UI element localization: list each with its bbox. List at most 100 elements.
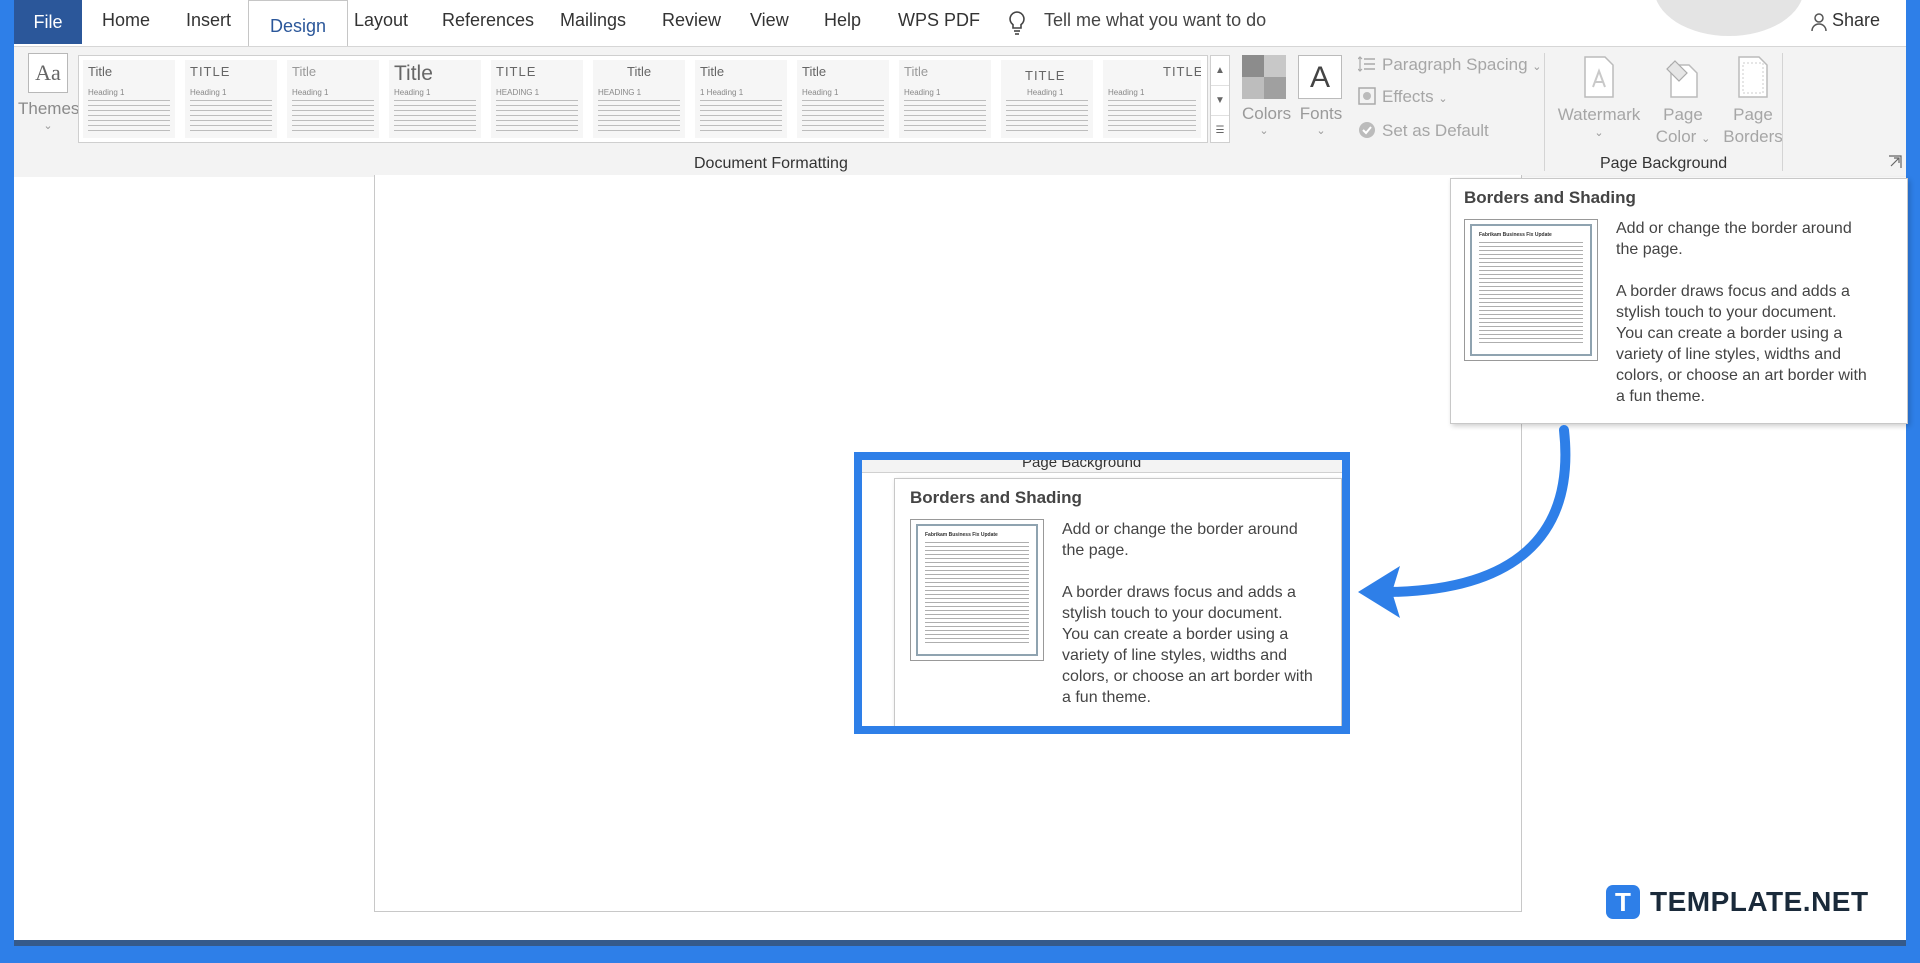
tooltip-text: Add or change the border around (1062, 521, 1298, 538)
watermark-icon (1584, 56, 1614, 98)
tooltip-text: You can create a border using a (1062, 626, 1289, 643)
style-set-thumb[interactable]: TITLE Heading 1 (1103, 60, 1201, 138)
tab-mailings[interactable]: Mailings (560, 10, 626, 31)
fonts-label: Fonts (1299, 104, 1343, 123)
chevron-down-icon: ⌄ (1259, 125, 1269, 137)
color-palette-icon (1242, 55, 1286, 99)
page-borders-button[interactable]: Page Borders (1720, 55, 1786, 148)
document-formatting-group-label: Document Formatting (694, 155, 848, 172)
tooltip-text: You can create a border using a (1616, 325, 1843, 342)
gallery-scroll: ▲ ▼ ☰ (1210, 55, 1230, 143)
tooltip-text: A border draws focus and adds a (1616, 283, 1850, 300)
tooltip-text: a fun theme. (1062, 689, 1151, 706)
style-set-thumb[interactable]: Title Heading 1 (83, 60, 175, 138)
gallery-scroll-down-icon[interactable]: ▼ (1211, 86, 1229, 116)
style-set-thumb[interactable]: Title Heading 1 (287, 60, 379, 138)
zoomed-tooltip: Borders and Shading Fabrikam Business Fi… (894, 478, 1342, 726)
dialog-launcher-icon[interactable] (1888, 155, 1902, 169)
paragraph-spacing-icon (1358, 56, 1375, 72)
effects-icon (1358, 87, 1376, 105)
set-as-default-button[interactable]: Set as Default (1358, 121, 1489, 141)
share-button[interactable]: Share (1832, 10, 1880, 31)
chevron-down-icon: ⌄ (1532, 61, 1542, 73)
page-border-preview-thumbnail: Fabrikam Business Fix Update (910, 519, 1044, 661)
tab-wps-pdf[interactable]: WPS PDF (898, 10, 980, 31)
style-set-thumb[interactable]: Title Heading 1 (899, 60, 991, 138)
zoomed-group-label: Page Background (1022, 454, 1142, 471)
tooltip-text: the page. (1062, 542, 1129, 559)
tooltip-text: the page. (1616, 241, 1683, 258)
tab-help[interactable]: Help (824, 10, 861, 31)
curved-arrow-icon (1358, 425, 1571, 618)
lightbulb-icon (1009, 11, 1025, 35)
status-bar (14, 940, 1906, 946)
style-set-thumb[interactable]: Title Heading 1 (389, 60, 481, 138)
tooltip-text: colors, or choose an art border with (1062, 668, 1313, 685)
tooltip-title: Borders and Shading (1464, 188, 1636, 207)
group-divider (1782, 53, 1783, 171)
style-set-thumb[interactable]: TITLE HEADING 1 (491, 60, 583, 138)
borders-and-shading-tooltip: Borders and Shading Fabrikam Business Fi… (1450, 178, 1908, 424)
tab-insert[interactable]: Insert (186, 10, 231, 31)
style-set-thumb[interactable]: Title HEADING 1 (593, 60, 685, 138)
tab-layout[interactable]: Layout (354, 10, 408, 31)
tooltip-text: Add or change the border around (1616, 220, 1852, 237)
tooltip-text: variety of line styles, widths and (1062, 647, 1287, 664)
style-set-thumb[interactable]: TITLE Heading 1 (185, 60, 277, 138)
chevron-down-icon: ⌄ (1438, 93, 1448, 105)
checkmark-circle-icon (1359, 122, 1375, 138)
tooltip-text: variety of line styles, widths and (1616, 346, 1841, 363)
watermark-button[interactable]: Watermark ⌄ (1554, 55, 1644, 139)
chevron-down-icon: ⌄ (1316, 125, 1326, 137)
tooltip-text: colors, or choose an art border with (1616, 367, 1867, 384)
themes-label: Themes (18, 99, 80, 118)
tell-me-search[interactable]: Tell me what you want to do (1044, 10, 1266, 31)
page-border-preview-thumbnail: Fabrikam Business Fix Update (1464, 219, 1598, 361)
page-color-label-2: Color ⌄ (1655, 127, 1711, 146)
themes-button[interactable]: Aa Themes ⌄ (18, 53, 80, 143)
template-net-logo: T TEMPLATE.NET (1606, 885, 1869, 919)
brand-logo-mark: T (1606, 885, 1640, 919)
page-color-button[interactable]: Page Color ⌄ (1648, 55, 1718, 150)
tab-home[interactable]: Home (102, 10, 150, 31)
brand-name: TEMPLATE.NET (1650, 886, 1869, 917)
paint-bucket-icon (1666, 60, 1698, 98)
design-ribbon: Aa Themes ⌄ Title Heading 1 TITLE Headin… (14, 46, 1906, 178)
tab-review[interactable]: Review (662, 10, 721, 31)
zoom-callout: Page Background Borders and Shading Fabr… (854, 452, 1350, 734)
style-set-thumb[interactable]: Title 1 Heading 1 (695, 60, 787, 138)
gallery-more-icon[interactable]: ☰ (1211, 116, 1229, 145)
avatar (1654, 0, 1804, 36)
tooltip-text: stylish touch to your document. (1616, 304, 1837, 321)
style-set-thumb[interactable]: TITLE Heading 1 (1001, 60, 1093, 138)
chevron-down-icon: ⌄ (1594, 127, 1604, 139)
style-set-gallery: Title Heading 1 TITLE Heading 1 Title He… (78, 55, 1208, 143)
paragraph-spacing-button[interactable]: Paragraph Spacing ⌄ (1358, 55, 1542, 75)
tab-file[interactable]: File (14, 0, 82, 44)
font-letter-icon: A (1298, 55, 1342, 99)
effects-button[interactable]: Effects ⌄ (1358, 87, 1448, 107)
tab-view[interactable]: View (750, 10, 789, 31)
tab-design[interactable]: Design (248, 0, 348, 46)
page-borders-icon (1738, 56, 1768, 98)
page-borders-label-1: Page (1733, 105, 1773, 124)
tooltip-title: Borders and Shading (910, 488, 1082, 507)
style-set-thumb[interactable]: Title Heading 1 (797, 60, 889, 138)
page-background-group-label: Page Background (1600, 155, 1728, 172)
ribbon-tab-bar: File Home Insert Design Layout Reference… (14, 0, 1906, 46)
tooltip-text: A border draws focus and adds a (1062, 584, 1296, 601)
chevron-down-icon: ⌄ (43, 120, 53, 132)
group-divider (1544, 53, 1545, 171)
page-color-label-1: Page (1663, 105, 1703, 124)
themes-icon: Aa (28, 53, 68, 93)
watermark-label: Watermark (1557, 105, 1641, 124)
tab-references[interactable]: References (442, 10, 534, 31)
fonts-button[interactable]: A Fonts ⌄ (1298, 55, 1344, 137)
colors-label: Colors (1242, 104, 1292, 123)
gallery-scroll-up-icon[interactable]: ▲ (1211, 56, 1229, 86)
colors-button[interactable]: Colors ⌄ (1242, 55, 1292, 137)
page-borders-label-2: Borders (1723, 127, 1783, 146)
tooltip-text: stylish touch to your document. (1062, 605, 1283, 622)
tooltip-text: a fun theme. (1616, 388, 1705, 405)
chevron-down-icon: ⌄ (1701, 133, 1711, 145)
